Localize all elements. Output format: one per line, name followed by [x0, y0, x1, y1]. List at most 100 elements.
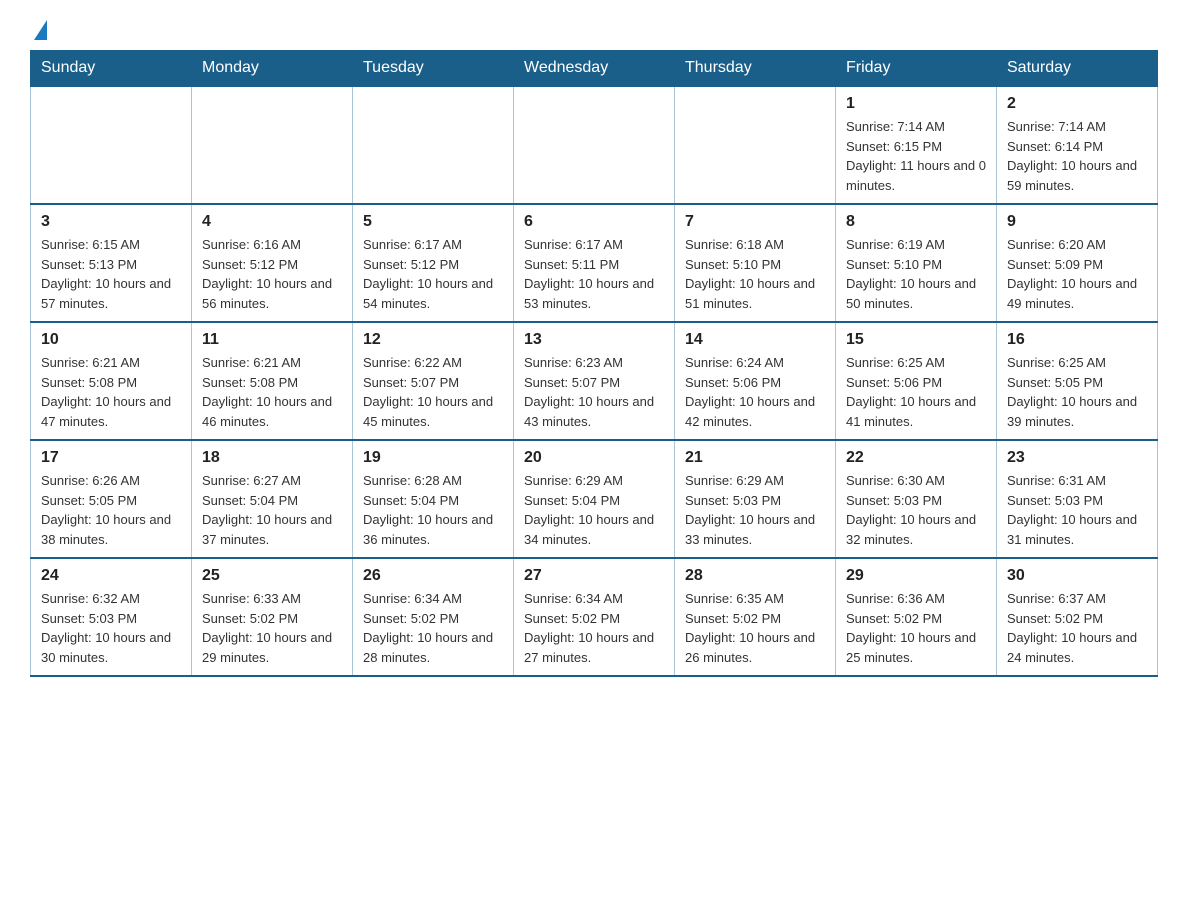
day-number: 26 [363, 567, 503, 585]
day-info: Sunrise: 6:19 AM Sunset: 5:10 PM Dayligh… [846, 235, 986, 313]
day-number: 23 [1007, 449, 1147, 467]
day-number: 13 [524, 331, 664, 349]
day-number: 17 [41, 449, 181, 467]
calendar-cell: 8 Sunrise: 6:19 AM Sunset: 5:10 PM Daylig… [836, 204, 997, 322]
day-info: Sunrise: 6:36 AM Sunset: 5:02 PM Dayligh… [846, 589, 986, 667]
calendar-cell: 29 Sunrise: 6:36 AM Sunset: 5:02 PM Dayli… [836, 558, 997, 676]
calendar-week-2: 3 Sunrise: 6:15 AM Sunset: 5:13 PM Daylig… [31, 204, 1158, 322]
day-info: Sunrise: 6:34 AM Sunset: 5:02 PM Dayligh… [363, 589, 503, 667]
calendar-cell [675, 86, 836, 204]
calendar-cell: 25 Sunrise: 6:33 AM Sunset: 5:02 PM Dayli… [192, 558, 353, 676]
calendar-cell: 9 Sunrise: 6:20 AM Sunset: 5:09 PM Daylig… [997, 204, 1158, 322]
day-number: 24 [41, 567, 181, 585]
column-header-thursday: Thursday [675, 51, 836, 87]
calendar-week-4: 17 Sunrise: 6:26 AM Sunset: 5:05 PM Dayli… [31, 440, 1158, 558]
day-info: Sunrise: 6:37 AM Sunset: 5:02 PM Dayligh… [1007, 589, 1147, 667]
day-info: Sunrise: 6:32 AM Sunset: 5:03 PM Dayligh… [41, 589, 181, 667]
calendar-cell: 4 Sunrise: 6:16 AM Sunset: 5:12 PM Daylig… [192, 204, 353, 322]
day-number: 20 [524, 449, 664, 467]
day-info: Sunrise: 6:30 AM Sunset: 5:03 PM Dayligh… [846, 471, 986, 549]
column-header-monday: Monday [192, 51, 353, 87]
calendar-cell: 6 Sunrise: 6:17 AM Sunset: 5:11 PM Daylig… [514, 204, 675, 322]
day-number: 19 [363, 449, 503, 467]
calendar-cell: 22 Sunrise: 6:30 AM Sunset: 5:03 PM Dayli… [836, 440, 997, 558]
day-number: 2 [1007, 95, 1147, 113]
day-number: 1 [846, 95, 986, 113]
day-number: 11 [202, 331, 342, 349]
calendar-header-row: SundayMondayTuesdayWednesdayThursdayFrid… [31, 51, 1158, 87]
day-number: 4 [202, 213, 342, 231]
day-info: Sunrise: 7:14 AM Sunset: 6:15 PM Dayligh… [846, 117, 986, 195]
day-number: 27 [524, 567, 664, 585]
calendar-cell: 21 Sunrise: 6:29 AM Sunset: 5:03 PM Dayli… [675, 440, 836, 558]
day-info: Sunrise: 6:18 AM Sunset: 5:10 PM Dayligh… [685, 235, 825, 313]
day-info: Sunrise: 6:23 AM Sunset: 5:07 PM Dayligh… [524, 353, 664, 431]
day-info: Sunrise: 6:20 AM Sunset: 5:09 PM Dayligh… [1007, 235, 1147, 313]
day-info: Sunrise: 6:17 AM Sunset: 5:12 PM Dayligh… [363, 235, 503, 313]
day-info: Sunrise: 6:35 AM Sunset: 5:02 PM Dayligh… [685, 589, 825, 667]
page-header [30, 20, 1158, 40]
day-number: 18 [202, 449, 342, 467]
day-info: Sunrise: 6:16 AM Sunset: 5:12 PM Dayligh… [202, 235, 342, 313]
day-number: 3 [41, 213, 181, 231]
day-info: Sunrise: 6:25 AM Sunset: 5:06 PM Dayligh… [846, 353, 986, 431]
day-number: 30 [1007, 567, 1147, 585]
day-info: Sunrise: 6:21 AM Sunset: 5:08 PM Dayligh… [41, 353, 181, 431]
day-number: 8 [846, 213, 986, 231]
day-number: 7 [685, 213, 825, 231]
calendar-cell [514, 86, 675, 204]
day-info: Sunrise: 6:17 AM Sunset: 5:11 PM Dayligh… [524, 235, 664, 313]
calendar-cell: 7 Sunrise: 6:18 AM Sunset: 5:10 PM Daylig… [675, 204, 836, 322]
calendar-week-3: 10 Sunrise: 6:21 AM Sunset: 5:08 PM Dayli… [31, 322, 1158, 440]
calendar-table: SundayMondayTuesdayWednesdayThursdayFrid… [30, 50, 1158, 677]
day-info: Sunrise: 6:28 AM Sunset: 5:04 PM Dayligh… [363, 471, 503, 549]
calendar-cell: 15 Sunrise: 6:25 AM Sunset: 5:06 PM Dayli… [836, 322, 997, 440]
day-info: Sunrise: 6:24 AM Sunset: 5:06 PM Dayligh… [685, 353, 825, 431]
calendar-cell: 1 Sunrise: 7:14 AM Sunset: 6:15 PM Daylig… [836, 86, 997, 204]
column-header-friday: Friday [836, 51, 997, 87]
day-info: Sunrise: 6:27 AM Sunset: 5:04 PM Dayligh… [202, 471, 342, 549]
calendar-cell: 23Sunrise: 6:31 AM Sunset: 5:03 PM Dayli… [997, 440, 1158, 558]
day-number: 15 [846, 331, 986, 349]
day-number: 16 [1007, 331, 1147, 349]
day-number: 9 [1007, 213, 1147, 231]
day-number: 6 [524, 213, 664, 231]
day-number: 10 [41, 331, 181, 349]
calendar-cell: 17 Sunrise: 6:26 AM Sunset: 5:05 PM Dayli… [31, 440, 192, 558]
calendar-week-1: 1 Sunrise: 7:14 AM Sunset: 6:15 PM Daylig… [31, 86, 1158, 204]
calendar-cell: 13 Sunrise: 6:23 AM Sunset: 5:07 PM Dayli… [514, 322, 675, 440]
calendar-cell: 12 Sunrise: 6:22 AM Sunset: 5:07 PM Dayli… [353, 322, 514, 440]
calendar-cell: 5 Sunrise: 6:17 AM Sunset: 5:12 PM Daylig… [353, 204, 514, 322]
calendar-cell: 28Sunrise: 6:35 AM Sunset: 5:02 PM Dayli… [675, 558, 836, 676]
calendar-cell: 27 Sunrise: 6:34 AM Sunset: 5:02 PM Dayli… [514, 558, 675, 676]
day-number: 5 [363, 213, 503, 231]
column-header-tuesday: Tuesday [353, 51, 514, 87]
day-info: Sunrise: 6:29 AM Sunset: 5:04 PM Dayligh… [524, 471, 664, 549]
calendar-cell [31, 86, 192, 204]
day-number: 21 [685, 449, 825, 467]
day-info: Sunrise: 6:34 AM Sunset: 5:02 PM Dayligh… [524, 589, 664, 667]
calendar-cell: 3 Sunrise: 6:15 AM Sunset: 5:13 PM Daylig… [31, 204, 192, 322]
calendar-cell: 20 Sunrise: 6:29 AM Sunset: 5:04 PM Dayli… [514, 440, 675, 558]
calendar-cell: 19 Sunrise: 6:28 AM Sunset: 5:04 PM Dayli… [353, 440, 514, 558]
day-info: Sunrise: 6:15 AM Sunset: 5:13 PM Dayligh… [41, 235, 181, 313]
day-info: Sunrise: 6:33 AM Sunset: 5:02 PM Dayligh… [202, 589, 342, 667]
day-number: 29 [846, 567, 986, 585]
calendar-cell: 18 Sunrise: 6:27 AM Sunset: 5:04 PM Dayli… [192, 440, 353, 558]
day-number: 12 [363, 331, 503, 349]
day-info: Sunrise: 6:29 AM Sunset: 5:03 PM Dayligh… [685, 471, 825, 549]
column-header-saturday: Saturday [997, 51, 1158, 87]
day-number: 25 [202, 567, 342, 585]
column-header-wednesday: Wednesday [514, 51, 675, 87]
calendar-cell: 11Sunrise: 6:21 AM Sunset: 5:08 PM Dayli… [192, 322, 353, 440]
day-number: 22 [846, 449, 986, 467]
calendar-cell [353, 86, 514, 204]
day-info: Sunrise: 6:22 AM Sunset: 5:07 PM Dayligh… [363, 353, 503, 431]
day-info: Sunrise: 7:14 AM Sunset: 6:14 PM Dayligh… [1007, 117, 1147, 195]
calendar-cell: 10 Sunrise: 6:21 AM Sunset: 5:08 PM Dayli… [31, 322, 192, 440]
calendar-cell: 26 Sunrise: 6:34 AM Sunset: 5:02 PM Dayli… [353, 558, 514, 676]
calendar-cell: 16Sunrise: 6:25 AM Sunset: 5:05 PM Dayli… [997, 322, 1158, 440]
calendar-cell [192, 86, 353, 204]
day-info: Sunrise: 6:26 AM Sunset: 5:05 PM Dayligh… [41, 471, 181, 549]
calendar-cell: 14Sunrise: 6:24 AM Sunset: 5:06 PM Dayli… [675, 322, 836, 440]
